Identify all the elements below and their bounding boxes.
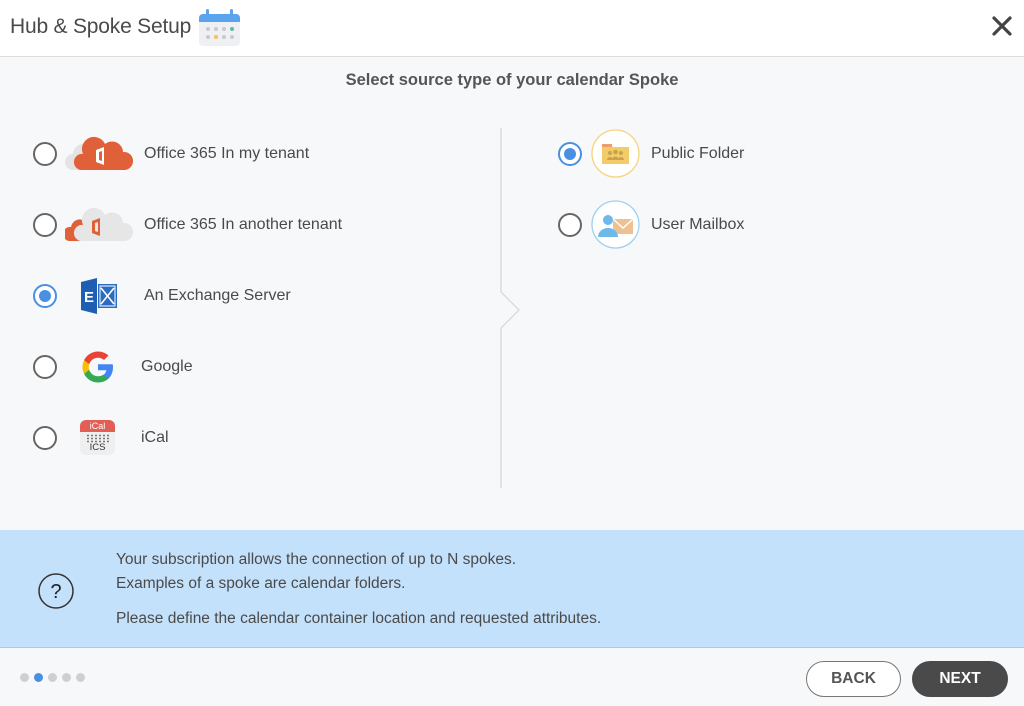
source-option-label: Google: [141, 358, 193, 375]
close-icon[interactable]: [988, 12, 1016, 40]
source-option-exchange[interactable]: [33, 284, 57, 308]
exchange-icon: E: [81, 278, 117, 314]
step-indicator: [20, 673, 85, 682]
info-line: Please define the calendar container loc…: [116, 610, 602, 627]
column-divider: [500, 128, 520, 488]
dialog-title: Hub & Spoke Setup: [10, 15, 192, 38]
help-icon: ?: [38, 573, 74, 609]
ical-icon: iCal ICS: [80, 420, 115, 455]
radio-ical[interactable]: [33, 426, 57, 450]
step-dot: [62, 673, 71, 682]
source-option-label: Office 365 In my tenant: [144, 145, 310, 162]
container-option-user-mailbox[interactable]: [558, 213, 582, 237]
svg-text:?: ?: [50, 581, 61, 603]
calendar-icon: [199, 9, 240, 46]
step-dot: [20, 673, 29, 682]
radio-user-mailbox[interactable]: [558, 213, 582, 237]
step-dot: [48, 673, 57, 682]
ical-icon-bottom-text: ICS: [89, 442, 106, 453]
public-folder-icon: [591, 129, 640, 178]
radio-google[interactable]: [33, 355, 57, 379]
back-button[interactable]: BACK: [806, 661, 901, 697]
google-icon: [82, 351, 113, 383]
step-dot-active: [34, 673, 43, 682]
section-heading: Select source type of your calendar Spok…: [345, 71, 679, 89]
next-button[interactable]: NEXT: [912, 661, 1008, 697]
source-option-google[interactable]: [33, 355, 57, 379]
ical-icon-top-text: iCal: [80, 420, 115, 432]
container-option-label: Public Folder: [651, 145, 745, 162]
source-option-label: iCal: [141, 429, 169, 446]
office365-cloud-icon: [65, 136, 133, 170]
radio-public-folder[interactable]: [558, 142, 582, 166]
info-line: Examples of a spoke are calendar folders…: [116, 575, 406, 592]
source-option-label: Office 365 In another tenant: [144, 216, 343, 233]
container-option-public-folder[interactable]: [558, 142, 582, 166]
source-option-office365-another-tenant[interactable]: [33, 213, 57, 237]
radio-office365-my-tenant[interactable]: [33, 142, 57, 166]
source-option-label: An Exchange Server: [144, 287, 291, 304]
container-option-label: User Mailbox: [651, 216, 745, 233]
source-option-ical[interactable]: [33, 426, 57, 450]
source-option-office365-my-tenant[interactable]: [33, 142, 57, 166]
radio-exchange[interactable]: [33, 284, 57, 308]
info-line: Your subscription allows the connection …: [116, 551, 517, 568]
dialog-header: Hub & Spoke Setup: [0, 0, 1024, 57]
radio-office365-another-tenant[interactable]: [33, 213, 57, 237]
office365-other-tenant-icon: [65, 207, 133, 241]
svg-text:E: E: [84, 289, 94, 306]
user-mailbox-icon: [591, 200, 640, 249]
step-dot: [76, 673, 85, 682]
